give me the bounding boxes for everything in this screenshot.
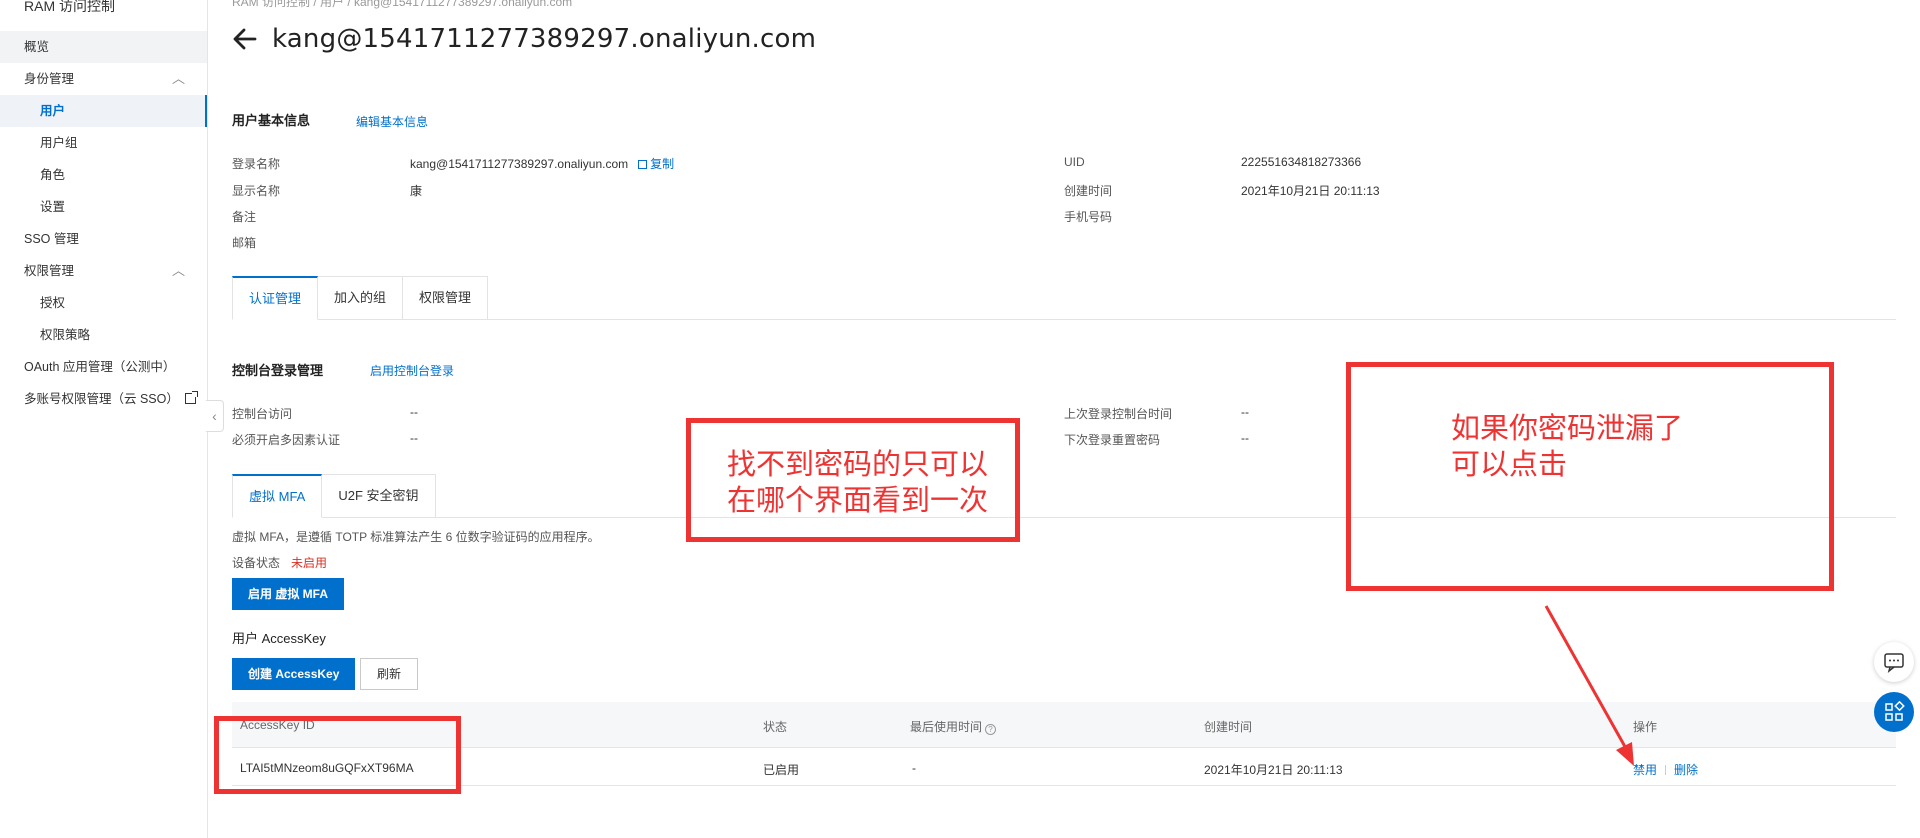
annotation-note2-line2: 可以点击 xyxy=(1451,447,1568,481)
external-link-icon xyxy=(184,391,198,404)
table-row: LTAI5tMNzeom8uGQFxXT96MA 已启用 - 2021年10月2… xyxy=(232,748,1896,786)
login-name-value: kang@1541711277389297.onaliyun.com 复制 xyxy=(410,155,674,172)
tab-auth-management[interactable]: 认证管理 xyxy=(232,276,319,320)
mfa-tabs: 虚拟 MFA U2F 安全密钥 xyxy=(232,474,436,518)
sidebar-item-oauth[interactable]: OAuth 应用管理（公测中） xyxy=(0,351,207,383)
sidebar-item-permissions[interactable]: 权限管理 ︿ xyxy=(0,255,207,287)
uid-value: 222551634818273366 xyxy=(1241,155,1362,169)
last-login-value: -- xyxy=(1241,405,1249,419)
delete-link[interactable]: 删除 xyxy=(1674,763,1698,777)
column-status: 状态 xyxy=(763,720,788,734)
console-access-label: 控制台访问 xyxy=(232,407,293,421)
mfa-required-label: 必须开启多因素认证 xyxy=(232,433,341,447)
sidebar-item-policies[interactable]: 权限策略 xyxy=(0,319,207,351)
login-name-label: 登录名称 xyxy=(232,157,281,171)
create-accesskey-button[interactable]: 创建 AccessKey xyxy=(232,658,356,690)
accesskey-title: 用户 AccessKey xyxy=(232,631,326,646)
sidebar-item-users[interactable]: 用户 xyxy=(0,95,207,127)
sidebar-item-label: OAuth 应用管理（公测中） xyxy=(24,360,176,374)
annotation-note2: 如果你密码泄漏了 可以点击 xyxy=(1451,410,1683,482)
refresh-button[interactable]: 刷新 xyxy=(360,658,419,690)
annotation-box-accesskey-id xyxy=(214,716,461,794)
main-tabs: 认证管理 加入的组 权限管理 xyxy=(232,276,489,320)
actions-cell: 禁用 删除 xyxy=(1633,761,1698,778)
page-title: kang@1541711277389297.onaliyun.com xyxy=(272,24,817,54)
sidebar-item-identity[interactable]: 身份管理 ︿ xyxy=(0,63,207,95)
uid-label: UID xyxy=(1064,155,1085,169)
remark-label: 备注 xyxy=(232,210,257,224)
display-name-value: 康 xyxy=(410,184,423,198)
tab-joined-groups[interactable]: 加入的组 xyxy=(318,276,404,320)
enable-virtual-mfa-button[interactable]: 启用 虚拟 MFA xyxy=(232,578,344,610)
last-used-cell: - xyxy=(912,761,916,775)
sidebar-title: RAM 访问控制 xyxy=(24,0,115,14)
chevron-up-icon: ︿ xyxy=(171,263,185,278)
tab-virtual-mfa[interactable]: 虚拟 MFA xyxy=(232,474,323,518)
tab-permission-management[interactable]: 权限管理 xyxy=(403,276,489,320)
sidebar-item-label: SSO 管理 xyxy=(24,232,79,246)
sidebar-item-cloud-sso[interactable]: 多账号权限管理（云 SSO） xyxy=(0,383,207,415)
annotation-note1: 找不到密码的只可以 在哪个界面看到一次 xyxy=(727,446,988,518)
created-value: 2021年10月21日 20:11:13 xyxy=(1241,184,1380,198)
sidebar-item-label: 权限管理 xyxy=(24,264,75,278)
back-arrow-icon[interactable] xyxy=(232,26,258,52)
basic-info-title: 用户基本信息 xyxy=(232,113,311,128)
column-last-used-label: 最后使用时间 xyxy=(910,720,983,734)
sidebar: RAM 访问控制 概览 身份管理 ︿ 用户 用户组 角色 设置 SSO 管理 权限… xyxy=(0,0,208,838)
reset-pwd-value: -- xyxy=(1241,431,1249,445)
device-status-label: 设备状态 xyxy=(232,556,281,570)
created-cell: 2021年10月21日 20:11:13 xyxy=(1204,763,1343,777)
sidebar-item-label: 概览 xyxy=(24,40,50,54)
apps-icon[interactable] xyxy=(1874,692,1914,732)
collapse-icon[interactable]: ‹ xyxy=(206,400,224,432)
sidebar-item-label: 身份管理 xyxy=(24,72,75,86)
annotation-note1-line1: 找不到密码的只可以 xyxy=(727,447,989,481)
sidebar-item-label: 角色 xyxy=(40,168,66,182)
action-separator xyxy=(1665,765,1667,775)
copy-icon[interactable] xyxy=(638,160,648,169)
sidebar-item-label: 用户 xyxy=(40,104,66,118)
mfa-description: 虚拟 MFA，是遵循 TOTP 标准算法产生 6 位数字验证码的应用程序。 xyxy=(232,530,600,544)
last-login-label: 上次登录控制台时间 xyxy=(1064,407,1173,421)
console-access-value: -- xyxy=(410,405,418,419)
sidebar-item-sso[interactable]: SSO 管理 xyxy=(0,223,207,255)
edit-basic-info-link[interactable]: 编辑基本信息 xyxy=(356,113,428,130)
breadcrumb: RAM 访问控制 / 用户 / kang@1541711277389297.on… xyxy=(232,0,573,9)
status-cell: 已启用 xyxy=(763,763,800,777)
sidebar-item-settings[interactable]: 设置 xyxy=(0,191,207,223)
annotation-note1-line2: 在哪个界面看到一次 xyxy=(727,483,989,517)
email-label: 邮箱 xyxy=(232,236,257,250)
sidebar-item-roles[interactable]: 角色 xyxy=(0,159,207,191)
annotation-arrow xyxy=(1544,605,1634,766)
chat-icon[interactable] xyxy=(1874,642,1914,682)
chevron-up-icon: ︿ xyxy=(171,71,185,86)
mfa-required-value: -- xyxy=(410,431,418,445)
sidebar-item-label: 授权 xyxy=(40,296,66,310)
login-name-text: kang@1541711277389297.onaliyun.com xyxy=(410,157,629,171)
enable-console-login-link[interactable]: 启用控制台登录 xyxy=(370,362,454,379)
help-icon[interactable]: ? xyxy=(985,724,997,735)
sidebar-item-label: 多账号权限管理（云 SSO） xyxy=(24,392,179,406)
phone-label: 手机号码 xyxy=(1064,210,1113,224)
copy-link[interactable]: 复制 xyxy=(650,157,674,171)
display-name-label: 显示名称 xyxy=(232,184,281,198)
sidebar-item-user-groups[interactable]: 用户组 xyxy=(0,127,207,159)
accesskey-table-header: AccessKey ID 状态 最后使用时间? 创建时间 操作 xyxy=(232,702,1896,748)
sidebar-item-label: 用户组 xyxy=(40,136,78,150)
sidebar-item-label: 设置 xyxy=(40,200,66,214)
column-last-used: 最后使用时间? xyxy=(910,718,997,735)
sidebar-item-overview[interactable]: 概览 xyxy=(0,31,207,63)
created-label: 创建时间 xyxy=(1064,184,1113,198)
reset-pwd-label: 下次登录重置密码 xyxy=(1064,433,1161,447)
column-created: 创建时间 xyxy=(1204,720,1253,734)
annotation-note2-line1: 如果你密码泄漏了 xyxy=(1451,411,1684,445)
tab-u2f-key[interactable]: U2F 安全密钥 xyxy=(322,474,436,518)
device-status-value: 未启用 xyxy=(291,556,328,570)
sidebar-item-label: 权限策略 xyxy=(40,328,91,342)
console-login-title: 控制台登录管理 xyxy=(232,363,324,378)
sidebar-item-grants[interactable]: 授权 xyxy=(0,287,207,319)
